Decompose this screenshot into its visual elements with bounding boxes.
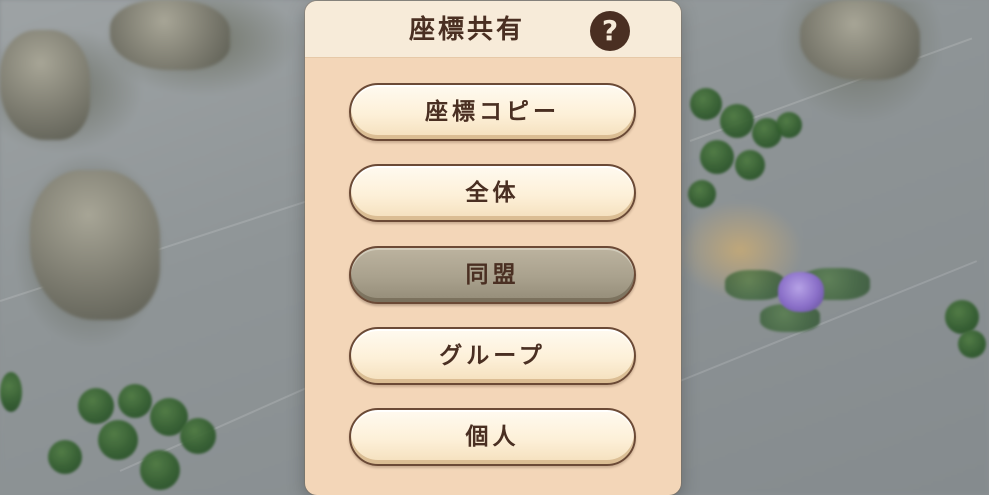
- map-tree: [0, 372, 22, 412]
- share-group-button[interactable]: グループ: [349, 327, 636, 385]
- map-tree: [700, 140, 734, 174]
- share-all-label: 全体: [465, 180, 520, 206]
- map-mountain: [0, 30, 90, 140]
- share-alliance-button[interactable]: 同盟: [349, 246, 636, 304]
- map-tree: [98, 420, 138, 460]
- map-tree: [118, 384, 152, 418]
- map-purple-crystal: [778, 272, 824, 312]
- map-tree: [735, 150, 765, 180]
- copy-coordinates-label: 座標コピー: [425, 99, 560, 125]
- map-tree: [690, 88, 722, 120]
- map-mountain: [30, 170, 160, 320]
- map-tree: [78, 388, 114, 424]
- map-mountain: [110, 0, 230, 70]
- share-all-button[interactable]: 全体: [349, 164, 636, 222]
- map-tree: [688, 180, 716, 208]
- dialog-title: 座標共有: [409, 15, 526, 45]
- dialog-header: 座標共有 ?: [305, 1, 681, 58]
- map-grass-patch: [725, 270, 785, 300]
- map-tree: [945, 300, 979, 334]
- question-mark-icon[interactable]: ?: [590, 11, 630, 51]
- map-tree: [48, 440, 82, 474]
- map-tree: [958, 330, 986, 358]
- map-tree: [140, 450, 180, 490]
- map-tree: [776, 112, 802, 138]
- map-tree: [720, 104, 754, 138]
- map-tree: [180, 418, 216, 454]
- copy-coordinates-button[interactable]: 座標コピー: [349, 83, 636, 141]
- map-mountain: [800, 0, 920, 80]
- share-group-label: グループ: [439, 343, 546, 369]
- coordinate-share-dialog: 座標共有 ? 座標コピー 全体 同盟 グループ 個人: [305, 1, 681, 495]
- share-individual-button[interactable]: 個人: [349, 408, 636, 466]
- share-individual-label: 個人: [465, 424, 520, 450]
- share-alliance-label: 同盟: [465, 262, 520, 288]
